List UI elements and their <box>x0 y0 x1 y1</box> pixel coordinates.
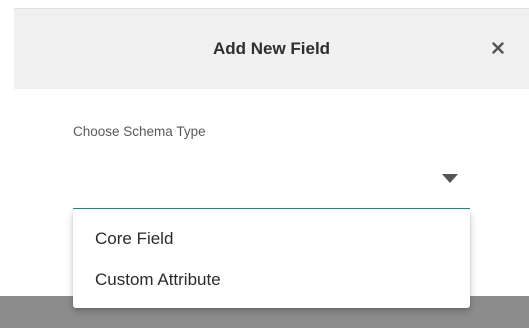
caret-down-icon <box>442 174 458 183</box>
schema-type-dropdown-menu: Core Field Custom Attribute <box>73 210 470 308</box>
close-icon <box>492 42 504 54</box>
modal-title: Add New Field <box>212 39 331 58</box>
modal-header: Add New Field <box>14 8 529 89</box>
option-custom-attribute[interactable]: Custom Attribute <box>73 259 470 300</box>
close-button[interactable] <box>487 37 509 59</box>
option-core-field[interactable]: Core Field <box>73 218 470 259</box>
schema-type-select[interactable] <box>73 158 470 209</box>
schema-type-label: Choose Schema Type <box>73 124 206 139</box>
add-new-field-modal: Add New Field Choose Schema Type Core Fi… <box>0 0 529 328</box>
